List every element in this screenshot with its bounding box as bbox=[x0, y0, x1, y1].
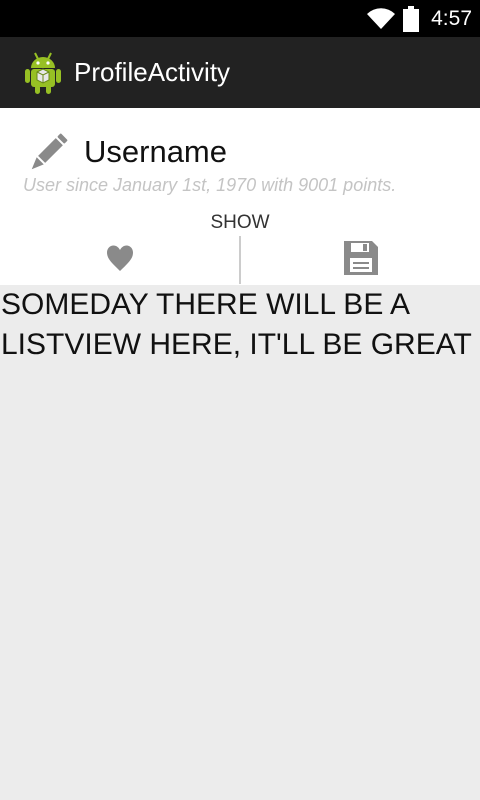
username: Username bbox=[84, 134, 227, 169]
pencil-icon[interactable] bbox=[27, 132, 69, 174]
list-placeholder-text: SOMEDAY THERE WILL BE A LISTVIEW HERE, I… bbox=[1, 288, 472, 361]
heart-icon bbox=[106, 244, 134, 277]
favorite-button[interactable] bbox=[0, 236, 239, 285]
status-bar: 4:57 bbox=[0, 0, 480, 37]
wifi-icon bbox=[367, 7, 396, 30]
status-icons: 4:57 bbox=[367, 0, 480, 37]
action-buttons bbox=[0, 236, 480, 285]
list-area: SOMEDAY THERE WILL BE A LISTVIEW HERE, I… bbox=[0, 285, 480, 800]
user-since-text: User since January 1st, 1970 with 9001 p… bbox=[23, 175, 397, 195]
action-bar: ProfileActivity bbox=[0, 37, 480, 108]
battery-icon bbox=[403, 5, 420, 32]
save-icon bbox=[343, 241, 378, 280]
android-icon[interactable] bbox=[23, 50, 63, 96]
show-label: SHOW bbox=[210, 212, 270, 233]
status-time: 4:57 bbox=[431, 6, 472, 30]
app-title: ProfileActivity bbox=[74, 57, 231, 87]
save-button[interactable] bbox=[241, 236, 480, 285]
profile-header: Username User since January 1st, 1970 wi… bbox=[0, 108, 480, 285]
